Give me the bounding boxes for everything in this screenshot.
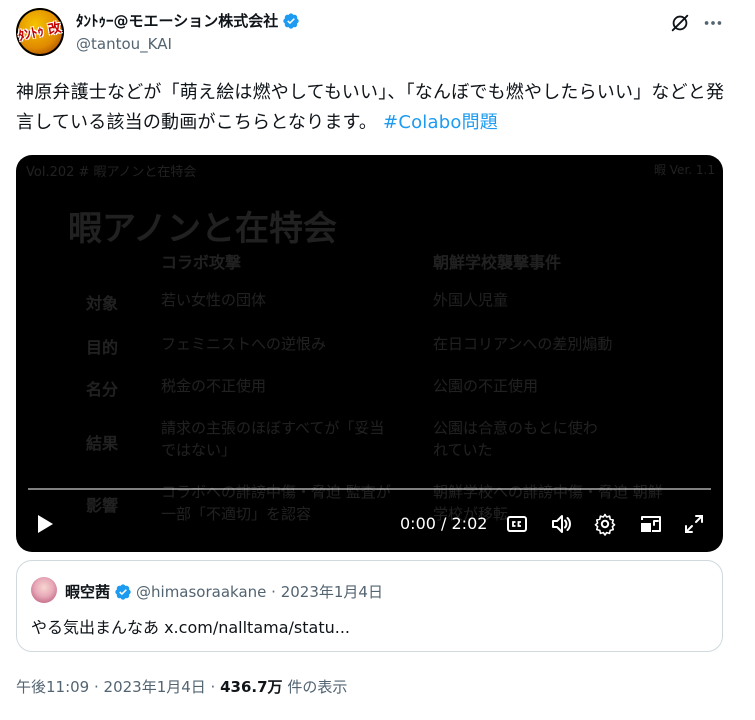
video-player[interactable]: Vol.202 # 暇アノンと在特会 暇 Ver. 1.1 暇アノンと在特会 コ…	[16, 155, 723, 552]
settings-icon[interactable]	[593, 512, 617, 536]
author-handle[interactable]: @tantou_KAI	[76, 35, 172, 53]
view-count: 436.7万	[220, 678, 283, 696]
quoted-handle-date: @himasoraakane · 2023年1月4日	[136, 583, 383, 601]
video-controls: 0:00 / 2:02	[16, 500, 723, 548]
fullscreen-icon[interactable]	[682, 512, 706, 536]
avatar-logo-text: ﾀﾝﾄｩ 改	[17, 20, 63, 44]
slide-row-label: 目的	[86, 338, 119, 357]
slide-header-right: 暇 Ver. 1.1	[653, 163, 715, 177]
slide-cell: 若い女性の団体	[161, 291, 267, 309]
slide-cell: 税金の不正使用	[161, 377, 267, 395]
tweet-text: 神原弁護士などが「萌え絵は燃やしてもいい」、「なんぼでも燃やしたらいい」などと発…	[16, 78, 731, 138]
quoted-author-name[interactable]: 暇空茜	[65, 581, 110, 602]
author-display-name[interactable]: ﾀﾝﾄｩｰ@モエーション株式会社	[76, 10, 278, 31]
video-frame: Vol.202 # 暇アノンと在特会 暇 Ver. 1.1 暇アノンと在特会 コ…	[16, 155, 723, 552]
slide-cell: 請求の主張のほぼすべてが「妥当ではない」	[161, 419, 385, 459]
view-count-label: 件の表示	[282, 678, 348, 696]
slide-row-label: 結果	[86, 434, 119, 453]
slide-cell: 公園は合意のもとに使われていた	[433, 419, 598, 459]
slide-column-head: 朝鮮学校襲撃事件	[433, 253, 562, 272]
slide-cell: 外国人児童	[433, 291, 509, 309]
tweet-timestamp[interactable]: 午後11:09 · 2023年1月4日 ·	[16, 678, 220, 696]
slide-cell: フェミニストへの逆恨み	[161, 335, 327, 353]
video-progress-bar[interactable]	[28, 488, 711, 490]
more-icon[interactable]	[702, 12, 724, 34]
quoted-author-row: 暇空茜 @himasoraakane · 2023年1月4日	[65, 581, 383, 602]
volume-icon[interactable]	[549, 512, 573, 536]
quoted-tweet[interactable]: 暇空茜 @himasoraakane · 2023年1月4日 やる気出まんなあ …	[16, 560, 723, 652]
slide-column-head: コラボ攻撃	[161, 253, 242, 272]
author-name-row: ﾀﾝﾄｩｰ@モエーション株式会社	[76, 10, 300, 31]
tweet-body: 神原弁護士などが「萌え絵は燃やしてもいい」、「なんぼでも燃やしたらいい」などと発…	[16, 82, 725, 133]
quoted-text: やる気出まんなあ x.com/nalltama/statu...	[31, 618, 350, 637]
play-icon[interactable]	[32, 512, 56, 536]
grok-icon[interactable]	[669, 12, 691, 34]
quoted-author-avatar[interactable]	[31, 577, 57, 603]
verified-badge-icon	[283, 12, 299, 29]
video-time: 0:00 / 2:02	[400, 514, 488, 533]
slide-header: Vol.202 # 暇アノンと在特会	[26, 165, 197, 180]
tweet-footer: 午後11:09 · 2023年1月4日 · 436.7万 件の表示	[16, 676, 347, 697]
slide-cell: 在日コリアンへの差別煽動	[433, 335, 613, 353]
author-avatar[interactable]: ﾀﾝﾄｩ 改	[16, 8, 64, 56]
slide-row-label: 対象	[86, 294, 119, 313]
slide-row-label: 名分	[86, 380, 119, 399]
captions-icon[interactable]	[505, 512, 529, 536]
slide-cell: 公園の不正使用	[433, 377, 539, 395]
hashtag-link[interactable]: #Colabo問題	[383, 112, 498, 133]
pip-icon[interactable]	[639, 512, 663, 536]
verified-badge-icon	[115, 583, 131, 600]
slide-title: 暇アノンと在特会	[68, 209, 337, 249]
